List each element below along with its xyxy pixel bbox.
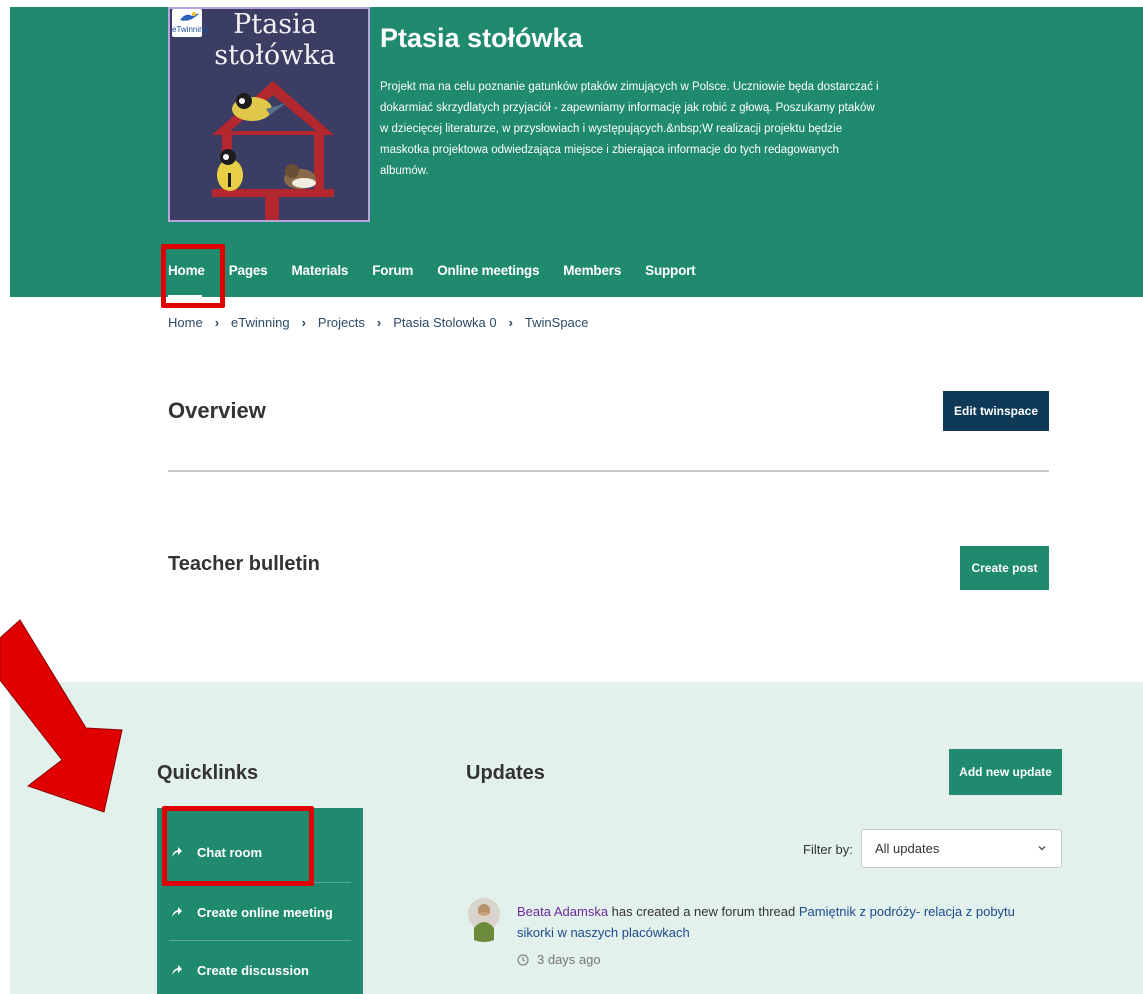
breadcrumb-project[interactable]: Ptasia Stolowka 0 xyxy=(393,315,496,330)
section-divider xyxy=(168,470,1049,472)
chevron-right-icon: › xyxy=(301,315,306,330)
chevron-right-icon: › xyxy=(508,315,513,330)
project-title: Ptasia stołówka xyxy=(380,23,583,53)
update-timestamp: 3 days ago xyxy=(517,952,601,967)
nav-materials[interactable]: Materials xyxy=(292,263,349,278)
update-user-link[interactable]: Beata Adamska xyxy=(517,904,608,919)
quicklink-create-online-meeting[interactable]: Create online meeting xyxy=(157,883,363,941)
updates-heading: Updates xyxy=(466,762,545,784)
chevron-down-icon xyxy=(1038,846,1046,851)
project-description: Projekt ma na celu poznanie gatunków pta… xyxy=(380,81,879,177)
nav-online-meetings[interactable]: Online meetings xyxy=(437,263,539,278)
user-avatar[interactable] xyxy=(468,898,500,944)
share-arrow-icon xyxy=(172,907,182,917)
nav-forum[interactable]: Forum xyxy=(372,263,413,278)
share-arrow-icon xyxy=(172,965,182,975)
nav-support[interactable]: Support xyxy=(645,263,696,278)
quicklink-create-discussion[interactable]: Create discussion xyxy=(157,941,363,994)
nav-pages[interactable]: Pages xyxy=(229,263,268,278)
update-action-text: has created a new forum thread xyxy=(608,904,799,919)
chevron-right-icon: › xyxy=(376,315,382,330)
red-annotation-arrow xyxy=(0,619,123,813)
nav-members[interactable]: Members xyxy=(563,263,621,278)
bird-feeder-illustration xyxy=(212,81,334,220)
breadcrumb-etwinning[interactable]: eTwinning xyxy=(231,315,290,330)
breadcrumb-projects[interactable]: Projects xyxy=(318,315,365,330)
edit-twinspace-button[interactable]: Edit twinspace xyxy=(943,391,1049,431)
filter-label: Filter by: xyxy=(803,842,853,857)
update-time-text: 3 days ago xyxy=(537,952,601,967)
updates-filter-select[interactable]: All updates xyxy=(861,829,1062,868)
breadcrumb-twinspace: TwinSpace xyxy=(524,315,589,330)
clock-icon xyxy=(517,953,529,966)
quicklink-label: Create online meeting xyxy=(197,904,333,920)
quicklink-label: Create discussion xyxy=(197,962,309,978)
add-new-update-button[interactable]: Add new update xyxy=(949,749,1062,795)
main-nav: Home Pages Materials Forum Online meetin… xyxy=(168,263,719,278)
breadcrumb: Home › eTwinning › Projects › Ptasia Sto… xyxy=(168,315,589,330)
update-entry: Beata Adamska has created a new forum th… xyxy=(517,901,1047,943)
filter-selected-value: All updates xyxy=(875,841,940,856)
chevron-right-icon: › xyxy=(214,315,220,330)
create-post-button[interactable]: Create post xyxy=(960,546,1049,590)
